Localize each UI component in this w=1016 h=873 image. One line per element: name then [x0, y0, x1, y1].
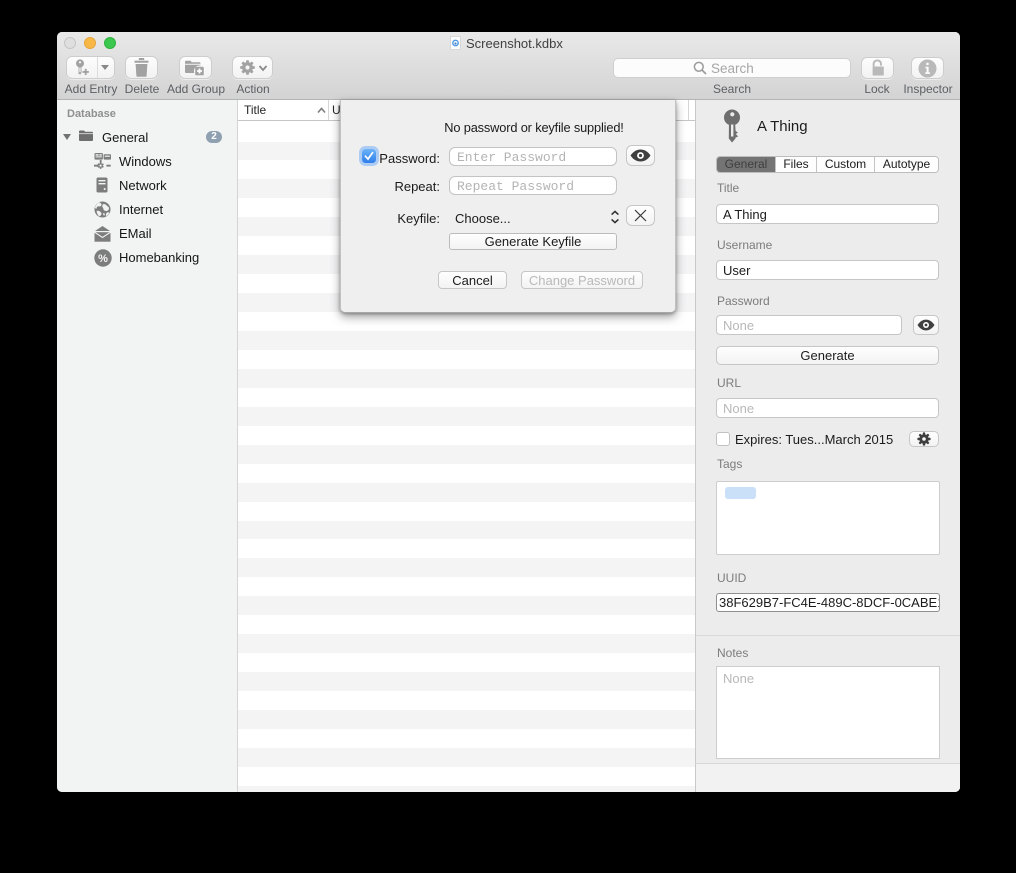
svg-text:%: %	[98, 253, 108, 265]
